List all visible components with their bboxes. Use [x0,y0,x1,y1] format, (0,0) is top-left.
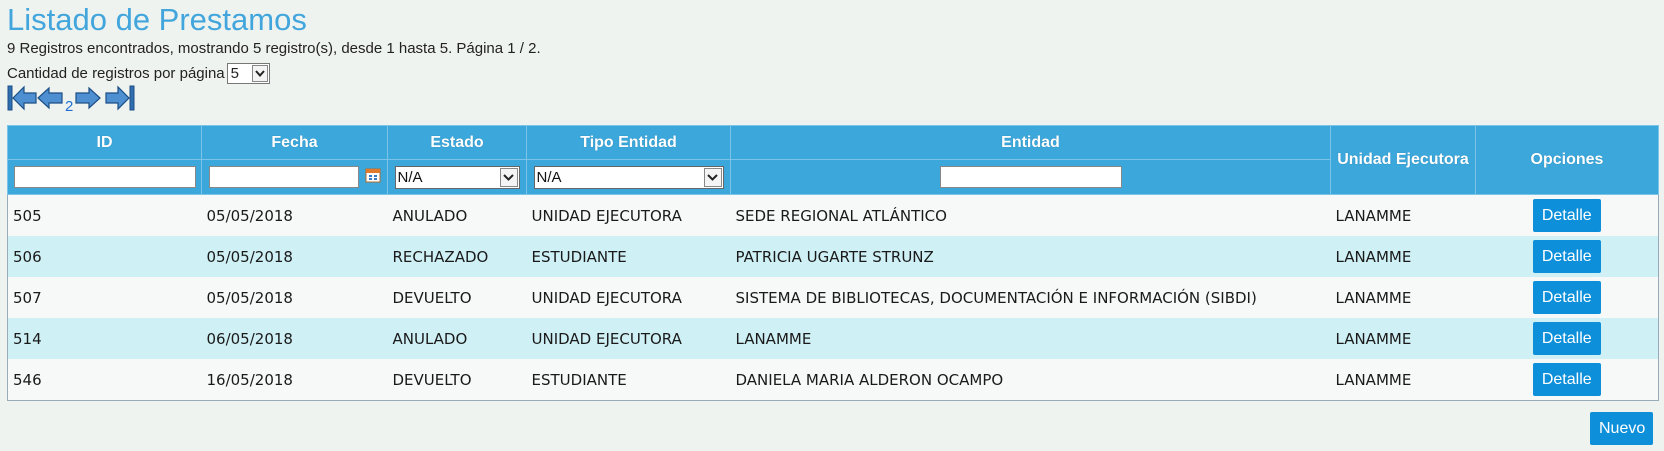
table-row: 546 16/05/2018 DEVUELTO ESTUDIANTE DANIE… [7,359,1659,401]
chevron-down-icon [251,65,268,82]
results-summary: 9 Registros encontrados, mostrando 5 reg… [7,40,541,57]
cell-unidad-ejecutora: LANAMME [1330,277,1476,318]
chevron-down-icon [499,167,518,187]
cell-id: 507 [7,277,202,318]
per-page-control: Cantidad de registros por página 5 [7,63,270,84]
per-page-label: Cantidad de registros por página [7,64,225,82]
cell-fecha: 05/05/2018 [201,277,388,318]
cell-entidad: PATRICIA UGARTE STRUNZ [730,236,1331,277]
per-page-select[interactable]: 5 [226,63,270,84]
column-header-id[interactable]: ID [7,125,202,160]
cell-opciones: Detalle [1475,277,1659,318]
cell-fecha: 16/05/2018 [201,359,388,401]
cell-unidad-ejecutora: LANAMME [1330,236,1476,277]
detalle-button[interactable]: Detalle [1532,281,1601,314]
cell-fecha: 06/05/2018 [201,318,388,359]
column-header-opciones: Opciones [1475,125,1659,195]
chevron-down-icon [703,167,722,187]
cell-opciones: Detalle [1475,359,1659,401]
current-page-number[interactable]: 2 [65,99,73,114]
cell-unidad-ejecutora: LANAMME [1330,318,1476,359]
tipo-entidad-filter-value: N/A [536,168,562,186]
fecha-filter-input[interactable] [208,166,359,188]
cell-estado: ANULADO [387,318,527,359]
entidad-filter-input[interactable] [939,166,1122,188]
estado-filter-select[interactable]: N/A [394,165,520,189]
cell-id: 505 [7,194,202,236]
cell-entidad: LANAMME [730,318,1331,359]
estado-filter-value: N/A [397,168,423,186]
filter-cell-fecha [201,159,388,195]
cell-fecha: 05/05/2018 [201,236,388,277]
column-header-unidad-ejecutora[interactable]: Unidad Ejecutora [1330,125,1476,195]
table-row: 505 05/05/2018 ANULADO UNIDAD EJECUTORA … [7,194,1659,236]
cell-estado: DEVUELTO [387,359,527,401]
column-header-tipo-entidad[interactable]: Tipo Entidad [526,125,731,160]
cell-tipo-entidad: UNIDAD EJECUTORA [526,318,731,359]
cell-tipo-entidad: ESTUDIANTE [526,359,731,401]
cell-id: 506 [7,236,202,277]
cell-tipo-entidad: UNIDAD EJECUTORA [526,194,731,236]
filter-cell-estado: N/A [387,159,527,195]
column-header-entidad[interactable]: Entidad [730,125,1331,160]
column-header-fecha[interactable]: Fecha [201,125,388,160]
cell-fecha: 05/05/2018 [201,194,388,236]
filter-cell-id [7,159,202,195]
cell-entidad: SISTEMA DE BIBLIOTECAS, DOCUMENTACIÓN E … [730,277,1331,318]
cell-estado: DEVUELTO [387,277,527,318]
calendar-icon[interactable] [365,167,381,188]
detalle-button[interactable]: Detalle [1532,363,1601,396]
detalle-button[interactable]: Detalle [1532,240,1601,273]
id-filter-input[interactable] [13,166,196,188]
cell-opciones: Detalle [1475,236,1659,277]
cell-entidad: DANIELA MARIA ALDERON OCAMPO [730,359,1331,401]
pagination: 2 [7,85,135,116]
detalle-button[interactable]: Detalle [1532,199,1601,232]
first-page-icon[interactable] [7,85,37,116]
new-loan-button[interactable]: Nuevo [1590,412,1653,445]
cell-unidad-ejecutora: LANAMME [1330,194,1476,236]
table-row: 507 05/05/2018 DEVUELTO UNIDAD EJECUTORA… [7,277,1659,318]
cell-tipo-entidad: UNIDAD EJECUTORA [526,277,731,318]
cell-tipo-entidad: ESTUDIANTE [526,236,731,277]
filter-cell-entidad [730,159,1331,195]
filter-cell-tipo-entidad: N/A [526,159,731,195]
per-page-value: 5 [230,64,239,82]
cell-id: 546 [7,359,202,401]
previous-page-icon[interactable] [37,85,63,116]
cell-entidad: SEDE REGIONAL ATLÁNTICO [730,194,1331,236]
cell-opciones: Detalle [1475,318,1659,359]
cell-id: 514 [7,318,202,359]
table-row: 514 06/05/2018 ANULADO UNIDAD EJECUTORA … [7,318,1659,359]
next-page-icon[interactable] [75,85,102,116]
column-header-estado[interactable]: Estado [387,125,527,160]
detalle-button[interactable]: Detalle [1532,322,1601,355]
cell-opciones: Detalle [1475,194,1659,236]
cell-unidad-ejecutora: LANAMME [1330,359,1476,401]
loans-table: ID Fecha Estado Tipo Entidad Entidad Uni… [7,125,1659,401]
cell-estado: RECHAZADO [387,236,527,277]
last-page-icon[interactable] [105,85,135,116]
tipo-entidad-filter-select[interactable]: N/A [533,165,724,189]
table-row: 506 05/05/2018 RECHAZADO ESTUDIANTE PATR… [7,236,1659,277]
cell-estado: ANULADO [387,194,527,236]
page-title: Listado de Prestamos [7,2,307,37]
